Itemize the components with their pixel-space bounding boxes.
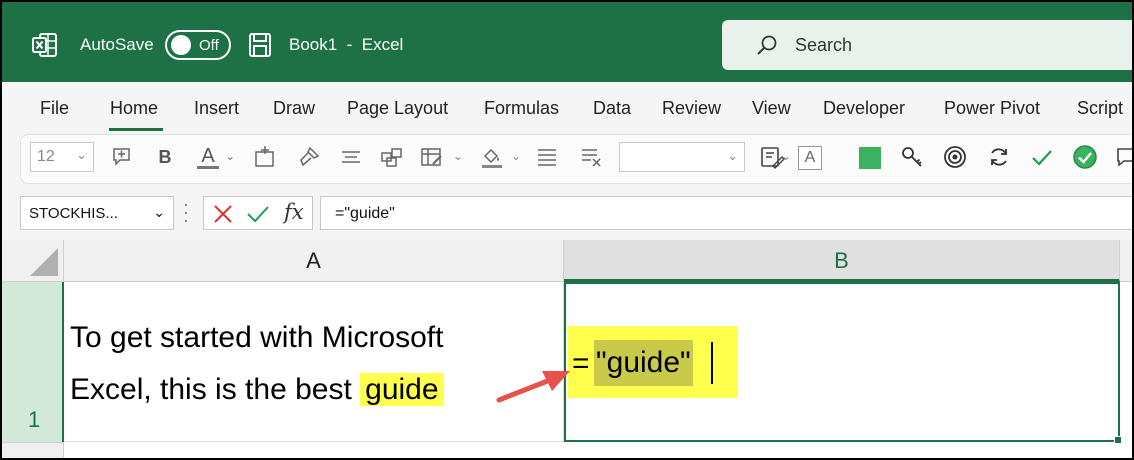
excel-window: AutoSave Off Book1 - Excel Search File H… xyxy=(0,0,1134,460)
annotation-arrow xyxy=(496,371,570,403)
